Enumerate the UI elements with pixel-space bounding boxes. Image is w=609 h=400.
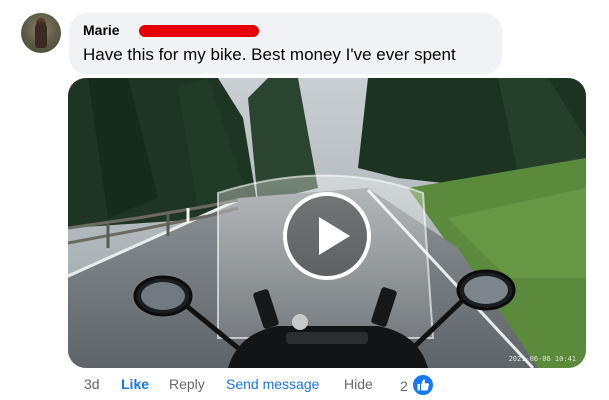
avatar-figure-shape bbox=[35, 22, 47, 48]
avatar[interactable] bbox=[21, 13, 61, 53]
comment-text: Have this for my bike. Best money I've e… bbox=[83, 45, 456, 64]
thumbs-up-icon bbox=[411, 373, 435, 397]
reaction-count: 2 bbox=[400, 378, 408, 394]
name-redaction-mark bbox=[139, 25, 259, 37]
video-attachment[interactable]: 2021-06-06 10:41 bbox=[68, 78, 586, 368]
play-button[interactable] bbox=[283, 192, 371, 280]
like-button[interactable]: Like bbox=[121, 376, 149, 392]
comment-author-name[interactable]: Marie bbox=[83, 22, 120, 38]
video-timestamp-overlay: 2021-06-06 10:41 bbox=[508, 355, 576, 363]
hide-button[interactable]: Hide bbox=[344, 376, 373, 392]
play-icon bbox=[319, 217, 350, 255]
comment-time-link[interactable]: 3d bbox=[84, 376, 100, 392]
reply-button[interactable]: Reply bbox=[169, 376, 205, 392]
comment-bubble: Marie Have this for my bike. Best money … bbox=[69, 13, 502, 74]
send-message-button[interactable]: Send message bbox=[226, 376, 319, 392]
